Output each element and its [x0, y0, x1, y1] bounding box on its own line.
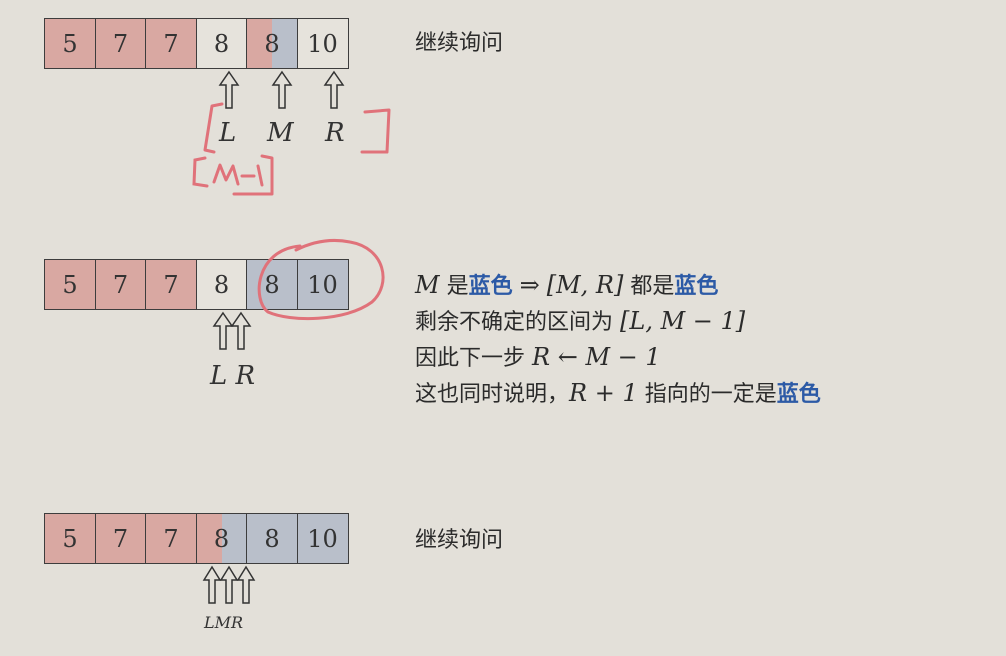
- array-cell: 8: [246, 18, 298, 69]
- array-cell: 10: [296, 513, 349, 564]
- explanation-line-2: 剩余不确定的区间为 [L, M − 1]: [415, 307, 746, 335]
- up-arrow-icon: [323, 70, 345, 109]
- array-cell: 8: [246, 513, 298, 564]
- triple-up-arrow-icon: [202, 565, 256, 604]
- explanation-line-3: 因此下一步 R ← M − 1: [415, 343, 661, 371]
- up-arrow-icon: [218, 70, 240, 109]
- pointer-label-m: M: [267, 118, 294, 148]
- pointer-label-r: R: [325, 118, 345, 148]
- array-cell: 10: [296, 18, 349, 69]
- array-row-3: 5 7 7 8 8 10: [44, 513, 349, 564]
- up-arrow-icon: [271, 70, 293, 109]
- row-3-caption: 继续询问: [415, 528, 504, 553]
- explanation-line-1: M 是蓝色 ⇒ [M, R] 都是蓝色: [415, 271, 719, 299]
- explanation-line-4: 这也同时说明，R + 1 指向的一定是蓝色: [415, 379, 821, 407]
- pointer-label-l: L: [219, 118, 237, 148]
- array-cell: 10: [296, 259, 349, 310]
- double-up-arrow-icon: [212, 311, 252, 350]
- pointer-label-lmr: LMR: [204, 613, 244, 632]
- array-cell: 8: [246, 259, 298, 310]
- array-cell: 5: [44, 513, 96, 564]
- array-cell: 7: [145, 259, 197, 310]
- array-cell: 8: [195, 18, 248, 69]
- array-cell: 7: [145, 18, 197, 69]
- array-cell: 5: [44, 259, 96, 310]
- array-cell: 5: [44, 18, 96, 69]
- array-row-2: 5 7 7 8 8 10: [44, 259, 349, 310]
- array-cell: 7: [94, 259, 147, 310]
- array-cell: 7: [94, 513, 147, 564]
- array-row-1: 5 7 7 8 8 10: [44, 18, 349, 69]
- array-cell: 7: [145, 513, 197, 564]
- array-cell: 8: [195, 513, 248, 564]
- pointer-label-lr: L R: [210, 361, 256, 391]
- row-2-explanation: M 是蓝色 ⇒ [M, R] 都是蓝色 剩余不确定的区间为 [L, M − 1]…: [415, 268, 821, 412]
- array-cell: 8: [195, 259, 248, 310]
- row-1-caption: 继续询问: [415, 31, 504, 56]
- array-cell: 7: [94, 18, 147, 69]
